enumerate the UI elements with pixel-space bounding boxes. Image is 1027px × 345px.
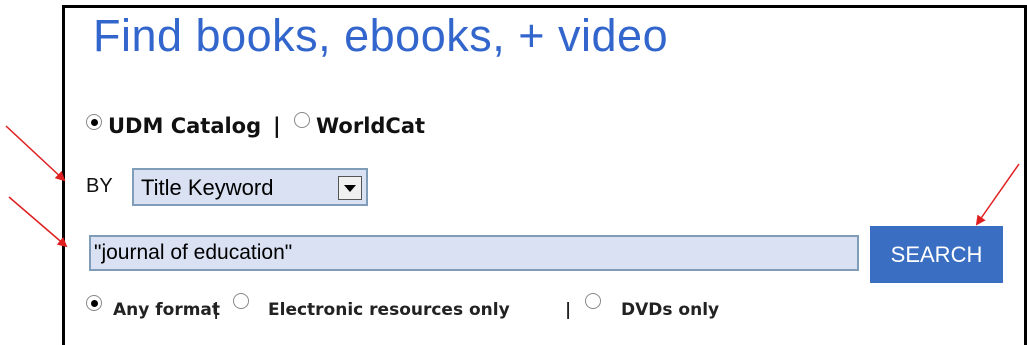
chevron-down-icon [344, 184, 356, 192]
udm-catalog-radio[interactable] [86, 114, 102, 130]
search-type-select[interactable]: Title Keyword [132, 168, 368, 206]
any-format-radio[interactable] [86, 295, 102, 311]
search-button[interactable]: SEARCH [870, 226, 1003, 283]
dvds-only-radio[interactable] [585, 293, 601, 309]
electronic-only-radio[interactable] [233, 293, 249, 309]
electronic-only-label: Electronic resources only [268, 300, 510, 320]
arrow-to-search-type [5, 125, 66, 182]
catalog-separator: | [273, 114, 281, 138]
worldcat-radio[interactable] [294, 112, 310, 128]
format-separator-2: | [565, 300, 572, 320]
dropdown-button[interactable] [338, 176, 362, 200]
search-panel: Find books, ebooks, + video UDM Catalog … [62, 5, 1027, 345]
format-separator-1: | [213, 300, 220, 320]
page-title: Find books, ebooks, + video [93, 10, 669, 61]
arrow-to-search-input [8, 196, 68, 248]
dvds-only-label: DVDs only [621, 300, 720, 320]
by-label: BY [86, 175, 113, 197]
udm-catalog-label: UDM Catalog [108, 114, 262, 138]
search-type-value: Title Keyword [141, 175, 274, 200]
worldcat-label: WorldCat [316, 114, 426, 138]
any-format-label: Any format [113, 300, 221, 320]
search-input[interactable]: "journal of education" [89, 235, 859, 271]
